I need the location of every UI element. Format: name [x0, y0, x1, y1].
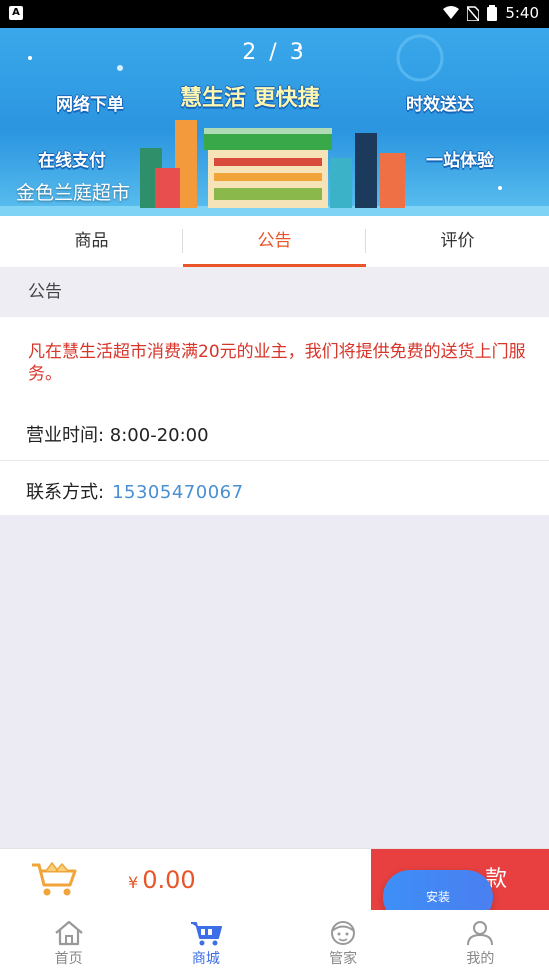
status-bar: A 5:40	[0, 0, 549, 28]
battery-icon	[487, 5, 498, 21]
banner-page-counter: 2 / 3	[242, 40, 307, 65]
tab-products[interactable]: 商品	[0, 216, 183, 267]
contact-label: 联系方式:	[26, 482, 105, 503]
notice-text: 凡在慧生活超市消费满20元的业主，我们将提供免费的送货上门服务。	[28, 342, 526, 384]
banner-slogan: 网络下单	[56, 95, 124, 115]
shopping-cart-icon[interactable]	[30, 861, 78, 897]
nav-item-home[interactable]: 首页	[0, 910, 137, 976]
banner-slogan: 在线支付	[38, 151, 106, 171]
store-tabs: 商品 公告 评价	[0, 216, 549, 267]
bottom-nav: 首页 商城 管家 我的	[0, 910, 549, 976]
section-title: 公告	[0, 267, 549, 317]
business-hours: 营业时间: 8:00-20:00	[26, 425, 209, 446]
no-sim-icon	[467, 6, 480, 21]
cart-total: ¥0.00	[128, 866, 196, 894]
home-icon	[54, 920, 83, 946]
currency-symbol: ¥	[128, 873, 139, 892]
tab-divider	[182, 229, 183, 253]
tab-divider	[365, 229, 366, 253]
promo-banner[interactable]: 2 / 3 网络下单 慧生活 更快捷 时效送达 在线支付 一站体验 金色兰庭超市	[0, 28, 549, 216]
nav-label: 首页	[54, 951, 83, 967]
cart-amount: 0.00	[142, 866, 196, 894]
nav-item-shop[interactable]: 商城	[137, 910, 274, 976]
store-name: 金色兰庭超市	[16, 182, 131, 204]
butler-icon	[331, 921, 356, 945]
nav-item-profile[interactable]: 我的	[412, 910, 549, 976]
nav-label: 我的	[466, 951, 495, 967]
banner-slogan: 一站体验	[426, 151, 494, 171]
banner-slogan-main: 慧生活 更快捷	[180, 86, 320, 111]
tab-notice[interactable]: 公告	[183, 216, 366, 267]
divider	[0, 460, 549, 461]
tab-reviews[interactable]: 评价	[366, 216, 549, 267]
app-notification-icon: A	[9, 6, 23, 20]
wifi-icon	[443, 6, 460, 19]
nav-label: 商城	[191, 951, 220, 967]
contact-phone-link[interactable]: 15305470067	[112, 482, 243, 503]
shop-cart-icon	[190, 922, 222, 946]
status-time: 5:40	[505, 4, 539, 22]
notice-panel: 凡在慧生活超市消费满20元的业主，我们将提供免费的送货上门服务。 营业时间: 8…	[0, 317, 549, 515]
user-icon	[467, 921, 494, 946]
banner-slogan: 时效送达	[406, 95, 474, 115]
nav-label: 管家	[329, 951, 358, 967]
contact-row: 联系方式: 15305470067	[26, 478, 244, 504]
nav-item-butler[interactable]: 管家	[275, 910, 412, 976]
